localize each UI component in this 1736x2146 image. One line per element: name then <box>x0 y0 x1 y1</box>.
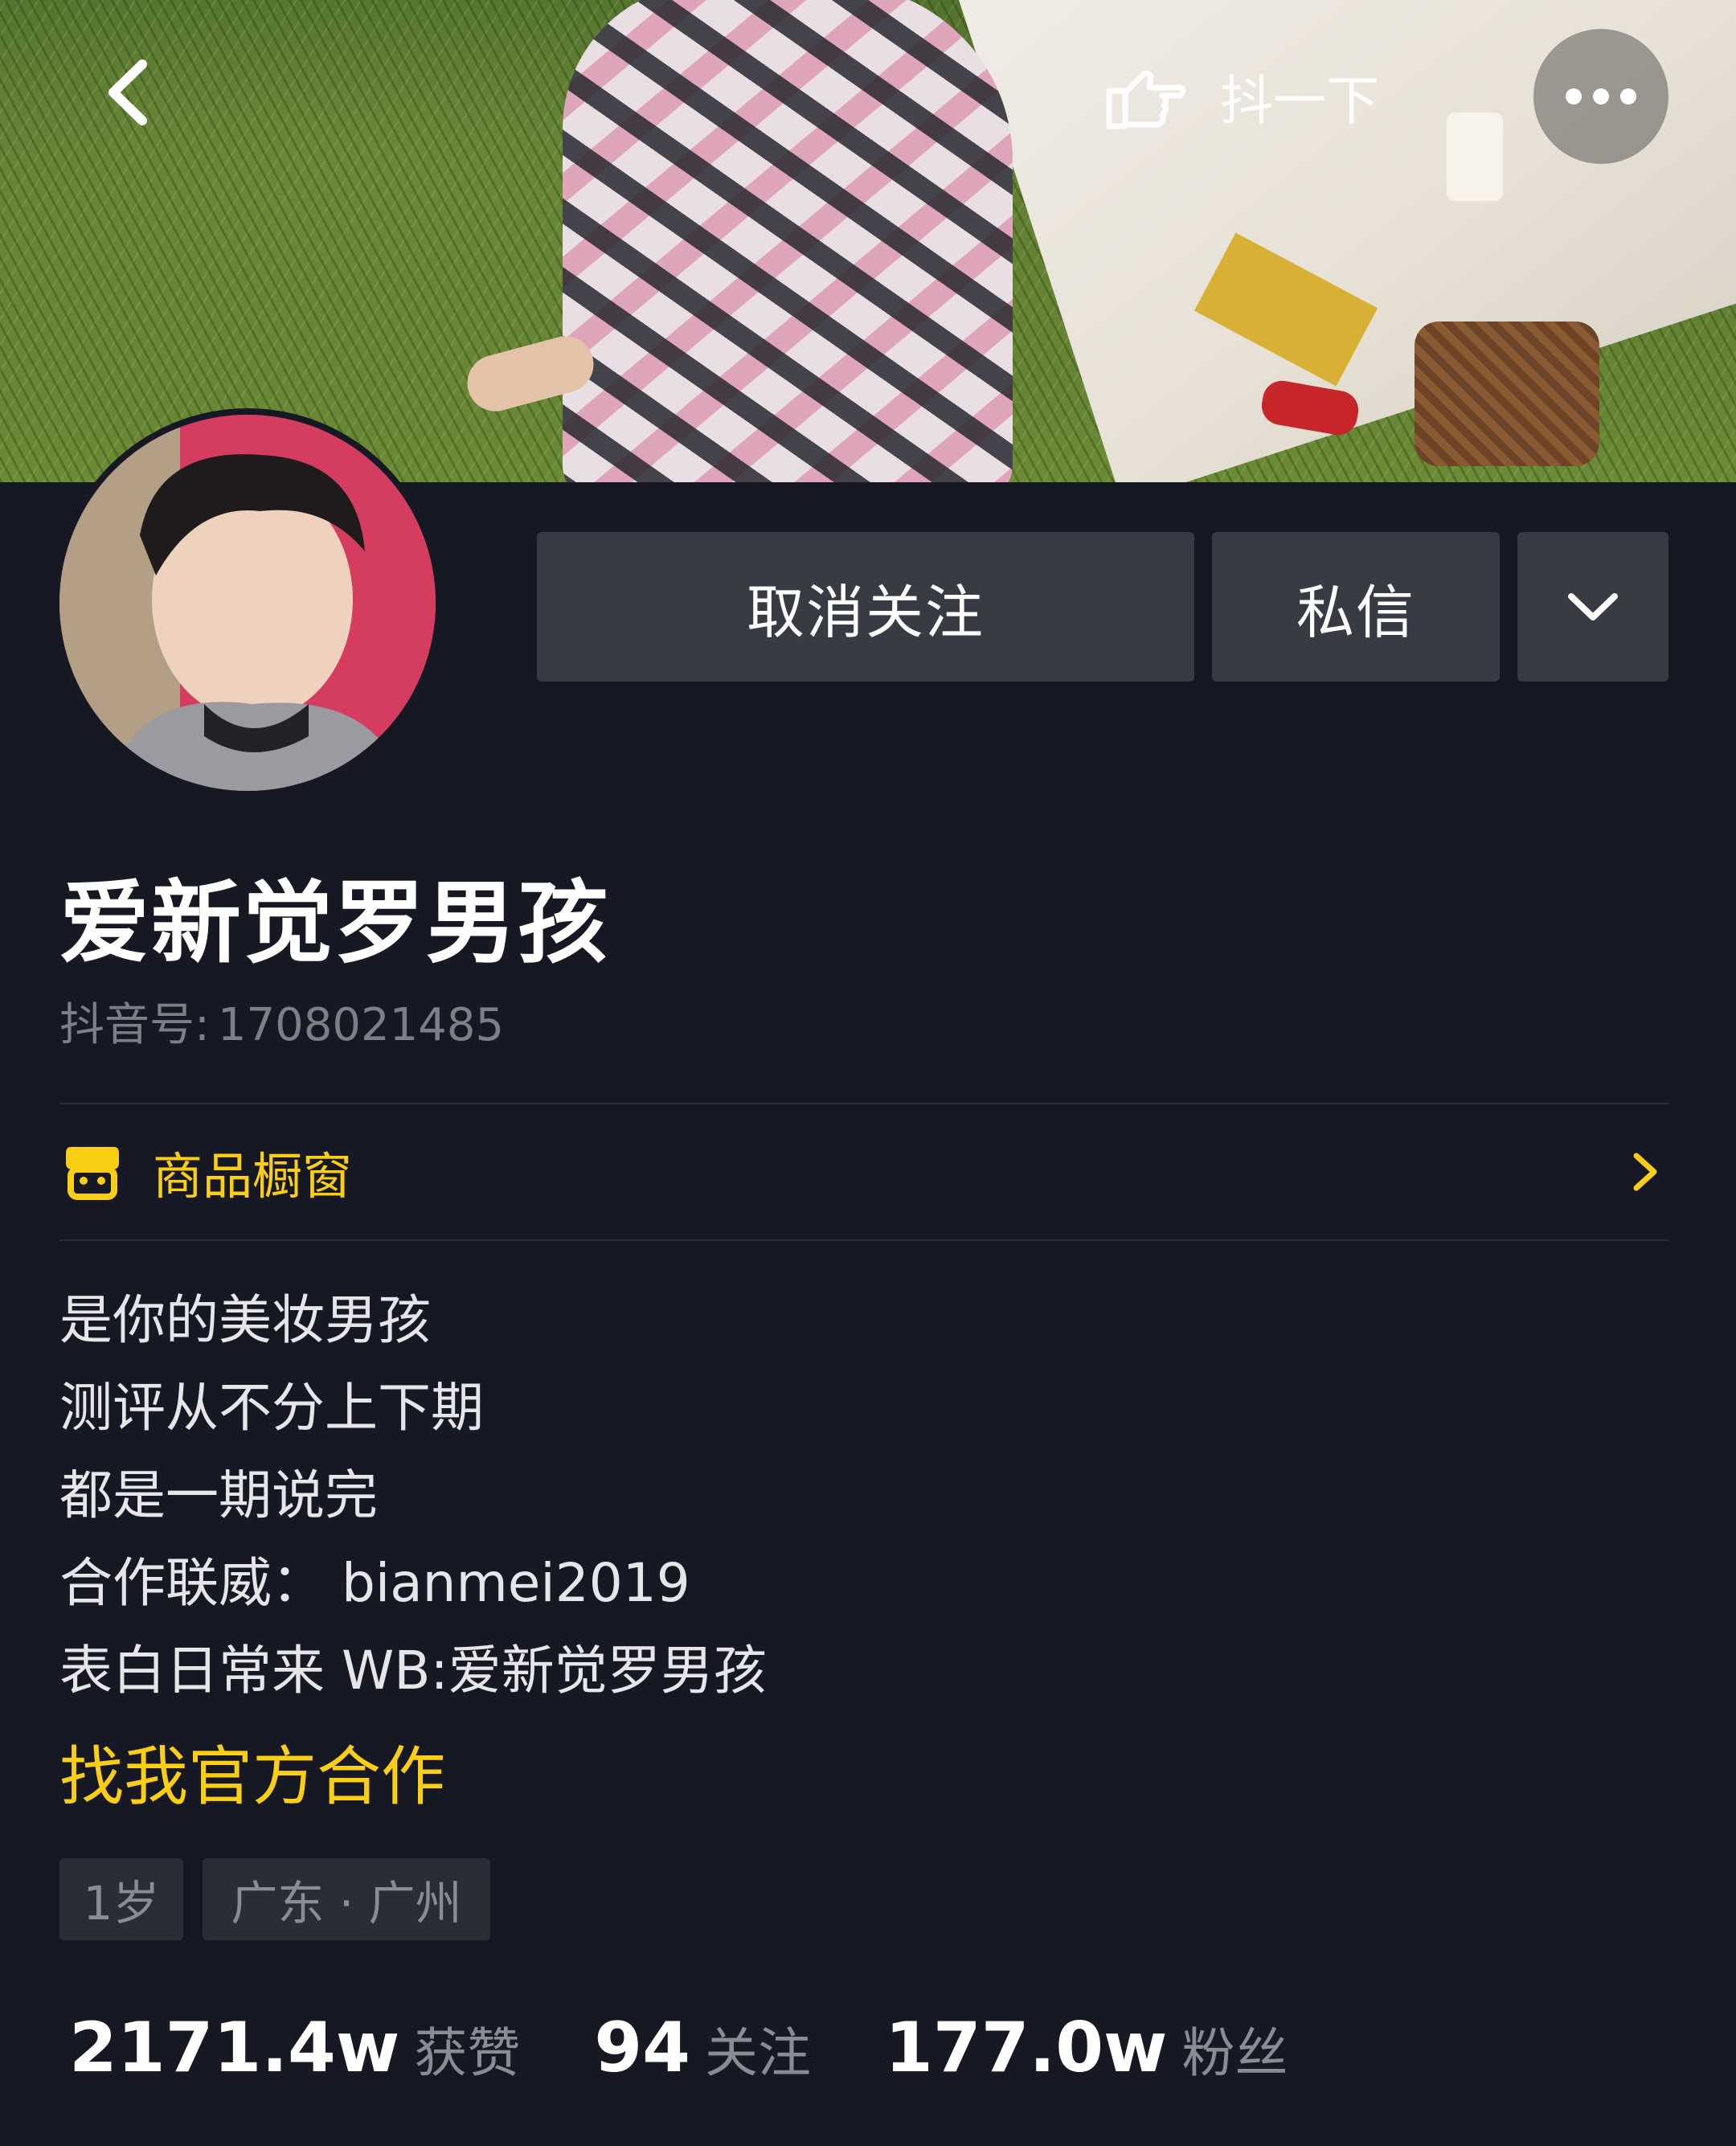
shake-label: 抖一下 <box>1220 70 1379 132</box>
bio-line: 测评从不分上下期 <box>59 1377 484 1439</box>
profile-page: 抖一下 取消关注 私信 爱新觉罗男孩 抖音号: 1708021485 商品橱窗 … <box>0 0 1736 2146</box>
avatar-photo <box>59 415 436 791</box>
message-label: 私信 <box>1296 578 1415 646</box>
cover-cup <box>1447 113 1503 201</box>
location-tag: 广东 · 广州 <box>203 1858 490 1940</box>
cover-person <box>563 0 1013 482</box>
douyin-id: 抖音号: 1708021485 <box>59 989 504 1054</box>
shop-window-label: 商品橱窗 <box>153 1147 353 1206</box>
bio-line: 都是一期说完 <box>59 1464 378 1526</box>
unfollow-button[interactable]: 取消关注 <box>537 532 1194 682</box>
back-button[interactable] <box>76 40 181 145</box>
shake-button[interactable]: 抖一下 <box>1101 48 1379 145</box>
unfollow-label: 取消关注 <box>746 578 985 646</box>
bio: 是你的美妆男孩 测评从不分上下期 都是一期说完 合作联威： bianmei201… <box>59 1276 767 1714</box>
message-button[interactable]: 私信 <box>1212 532 1500 682</box>
more-dots-icon <box>1560 88 1642 104</box>
stat-following[interactable]: 94 关注 <box>594 2008 811 2088</box>
chevron-left-icon <box>108 59 147 125</box>
bio-line: 表白日常来 WB:爱新觉罗男孩 <box>59 1640 767 1702</box>
chevron-right-icon <box>1633 1153 1657 1191</box>
official-cooperation-link[interactable]: 找我官方合作 <box>59 1725 445 1818</box>
stat-following-label: 关注 <box>705 2022 812 2084</box>
stat-following-value: 94 <box>594 2008 691 2088</box>
avatar[interactable] <box>53 408 442 797</box>
bio-line: 是你的美妆男孩 <box>59 1289 431 1351</box>
stats-row: 2171.4w 获赞 94 关注 177.0w 粉丝 <box>69 2008 1362 2088</box>
cover-basket <box>1415 321 1599 466</box>
age-tag: 1岁 <box>59 1858 183 1940</box>
more-button[interactable] <box>1533 29 1668 164</box>
stat-followers-label: 粉丝 <box>1181 2022 1288 2084</box>
douyin-id-value: 1708021485 <box>217 999 505 1051</box>
chevron-down-icon <box>1568 593 1618 620</box>
stat-likes-value: 2171.4w <box>69 2008 400 2088</box>
pointing-hand-icon <box>1106 70 1186 129</box>
bio-line: 合作联威： bianmei2019 <box>59 1552 690 1614</box>
divider <box>59 1239 1668 1241</box>
more-actions-dropdown[interactable] <box>1517 532 1668 682</box>
stat-likes: 2171.4w 获赞 <box>69 2008 520 2088</box>
stat-followers-value: 177.0w <box>885 2008 1168 2088</box>
nickname: 爱新觉罗男孩 <box>59 871 609 976</box>
shop-icon <box>66 1147 119 1200</box>
stat-followers[interactable]: 177.0w 粉丝 <box>885 2008 1288 2088</box>
douyin-id-label: 抖音号: <box>59 999 210 1051</box>
stat-likes-label: 获赞 <box>414 2022 521 2084</box>
shop-window-row[interactable]: 商品橱窗 <box>59 1104 1668 1239</box>
